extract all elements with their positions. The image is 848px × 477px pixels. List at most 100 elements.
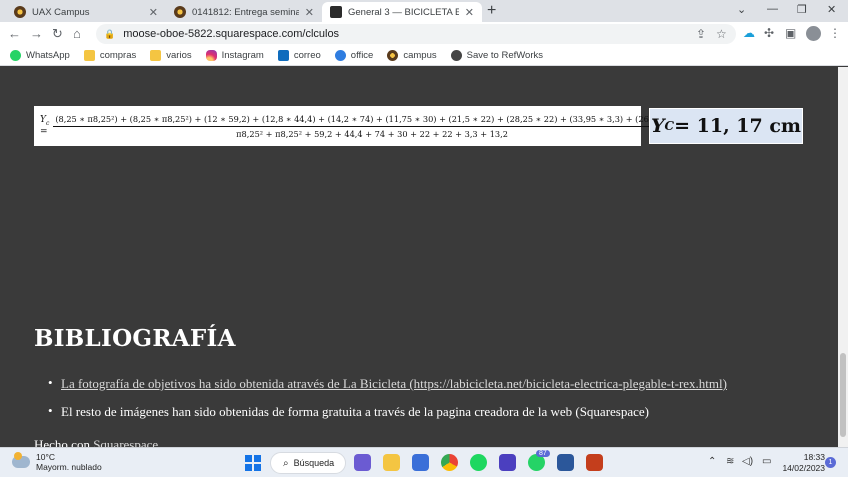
- page-content: Yc = (8,25 ∗ π8,25²) + (8,25 ∗ π8,25²) +…: [0, 67, 838, 447]
- bookmark-label: campus: [403, 50, 437, 61]
- squarespace-link[interactable]: Squarespace: [93, 437, 158, 447]
- tab-entrega-seminario[interactable]: 0141812: Entrega seminario prim ✕: [166, 2, 322, 22]
- forward-arrow-icon[interactable]: →: [30, 26, 43, 41]
- clock-time: 18:33: [803, 452, 825, 462]
- list-item: La fotografía de objetivos ha sido obten…: [48, 375, 727, 392]
- bookmark-label: Instagram: [221, 50, 264, 61]
- bookmarks-bar: WhatsApp compras varios Instagram correo…: [0, 46, 848, 66]
- back-arrow-icon[interactable]: ←: [8, 26, 21, 41]
- battery-icon[interactable]: ▭: [762, 456, 771, 467]
- result-sub: C: [664, 119, 675, 133]
- bookmark-label: varios: [166, 50, 192, 61]
- new-tab-icon[interactable]: +: [487, 2, 496, 20]
- globe-icon: [450, 50, 462, 61]
- word-icon[interactable]: [557, 454, 574, 471]
- reload-icon[interactable]: ↻: [52, 26, 63, 42]
- minimize-icon[interactable]: —: [767, 3, 778, 15]
- tab-title: General 3 — BICICLETA ELÉCTRIC: [348, 6, 459, 18]
- extensions-puzzle-icon[interactable]: ✣: [764, 26, 774, 40]
- bookmark-save-to-refworks[interactable]: Save to RefWorks: [450, 50, 543, 61]
- list-item: El resto de imágenes han sido obtenidas …: [48, 403, 727, 420]
- bookmark-instagram[interactable]: Instagram: [205, 50, 264, 61]
- profile-avatar[interactable]: [806, 26, 821, 41]
- centroid-result: YC = 11, 17 cm: [649, 108, 803, 144]
- bibliography-list: La fotografía de objetivos ha sido obten…: [48, 375, 727, 432]
- url-text: moose-oboe-5822.squarespace.com/clculos: [123, 28, 340, 40]
- uax-favicon-icon: [174, 6, 186, 18]
- page-scrollbar[interactable]: [838, 67, 848, 447]
- notification-badge[interactable]: 1: [825, 457, 836, 468]
- menu-dots-icon[interactable]: ⋮: [829, 26, 841, 40]
- outlook-icon: [277, 50, 289, 61]
- tab-general-3[interactable]: General 3 — BICICLETA ELÉCTRIC ✕: [322, 2, 482, 22]
- bibliography-heading: BIBLIOGRAFÍA: [34, 325, 236, 352]
- restore-icon[interactable]: ❐: [797, 3, 807, 16]
- uax-favicon-icon: [14, 6, 26, 18]
- formula-denominator: π8,25² + π8,25² + 59,2 + 44,4 + 74 + 30 …: [236, 128, 508, 139]
- bookmark-correo[interactable]: correo: [277, 50, 321, 61]
- result-lhs: Y: [650, 115, 665, 137]
- scrollbar-thumb[interactable]: [840, 353, 846, 437]
- office-icon: [334, 50, 346, 61]
- footer-made-with: Hecho con Squarespace: [34, 437, 158, 447]
- folder-icon: [83, 50, 95, 61]
- close-window-icon[interactable]: ✕: [827, 3, 836, 16]
- windows-start-icon[interactable]: [245, 455, 261, 471]
- bookmark-label: Save to RefWorks: [466, 50, 543, 61]
- weather-widget[interactable]: 10°C Mayorm. nublado: [12, 452, 102, 472]
- whatsapp-unread-badge: 87: [536, 450, 550, 457]
- taskbar-search[interactable]: ⌕ Búsqueda: [270, 452, 346, 474]
- chrome-icon[interactable]: [441, 454, 458, 471]
- chevron-down-icon[interactable]: ⌄: [737, 3, 746, 16]
- tab-strip: UAX Campus ✕ 0141812: Entrega seminario …: [0, 0, 848, 22]
- microsoft-store-icon[interactable]: [412, 454, 429, 471]
- bookmark-label: correo: [293, 50, 321, 61]
- weather-condition: Mayorm. nublado: [36, 462, 102, 472]
- footer-prefix: Hecho con: [34, 437, 94, 447]
- uax-icon: [387, 50, 399, 61]
- clock-date: 14/02/2023: [782, 463, 825, 473]
- close-tab-icon[interactable]: ✕: [465, 6, 474, 19]
- instagram-icon: [205, 50, 217, 61]
- bookmark-office[interactable]: office: [334, 50, 374, 61]
- centroid-formula-image: Yc = (8,25 ∗ π8,25²) + (8,25 ∗ π8,25²) +…: [34, 106, 691, 146]
- bookmark-compras[interactable]: compras: [83, 50, 136, 61]
- vpn-app-icon[interactable]: [499, 454, 516, 471]
- bookmark-varios[interactable]: varios: [150, 50, 192, 61]
- cloud-extension-icon[interactable]: ☁: [743, 26, 755, 40]
- bookmark-label: office: [350, 50, 374, 61]
- close-tab-icon[interactable]: ✕: [305, 6, 314, 19]
- file-explorer-icon[interactable]: [383, 454, 400, 471]
- address-bar[interactable]: 🔒 moose-oboe-5822.squarespace.com/clculo…: [96, 24, 736, 44]
- volume-icon[interactable]: ◁): [742, 456, 753, 467]
- search-label: Búsqueda: [293, 458, 335, 468]
- bookmark-star-icon[interactable]: ☆: [716, 27, 727, 41]
- home-icon[interactable]: ⌂: [73, 26, 81, 41]
- partly-cloudy-icon: [12, 452, 30, 468]
- close-tab-icon[interactable]: ✕: [149, 6, 158, 19]
- spotify-icon[interactable]: [470, 454, 487, 471]
- share-icon[interactable]: ⇪: [696, 27, 706, 41]
- teams-chat-icon[interactable]: [354, 454, 371, 471]
- bookmark-label: WhatsApp: [26, 50, 70, 61]
- browser-toolbar: ← → ↻ ⌂ 🔒 moose-oboe-5822.squarespace.co…: [0, 22, 848, 46]
- powerpoint-icon[interactable]: [586, 454, 603, 471]
- lock-icon: 🔒: [104, 28, 116, 39]
- bookmark-campus[interactable]: campus: [387, 50, 437, 61]
- formula-fraction: (8,25 ∗ π8,25²) + (8,25 ∗ π8,25²) + (12 …: [53, 114, 691, 139]
- folder-icon: [150, 50, 162, 61]
- tab-title: 0141812: Entrega seminario prim: [192, 6, 299, 18]
- bookmark-whatsapp[interactable]: WhatsApp: [10, 50, 70, 61]
- bibliography-link[interactable]: La fotografía de objetivos ha sido obten…: [61, 376, 727, 391]
- tab-uax-campus[interactable]: UAX Campus ✕: [6, 2, 166, 22]
- system-clock[interactable]: 18:33 14/02/2023: [779, 452, 825, 474]
- windows-taskbar: 10°C Mayorm. nublado ⌕ Búsqueda 87 ⌃ ≋ ◁)…: [0, 447, 848, 477]
- side-panel-icon[interactable]: ▣: [785, 26, 796, 40]
- chevron-up-icon[interactable]: ⌃: [708, 456, 716, 467]
- formula-numerator: (8,25 ∗ π8,25²) + (8,25 ∗ π8,25²) + (12 …: [53, 114, 691, 127]
- search-icon: ⌕: [283, 457, 289, 469]
- whatsapp-icon: [10, 50, 21, 61]
- result-value: = 11, 17 cm: [674, 115, 802, 137]
- squarespace-favicon-icon: [330, 6, 342, 18]
- wifi-icon[interactable]: ≋: [726, 456, 734, 467]
